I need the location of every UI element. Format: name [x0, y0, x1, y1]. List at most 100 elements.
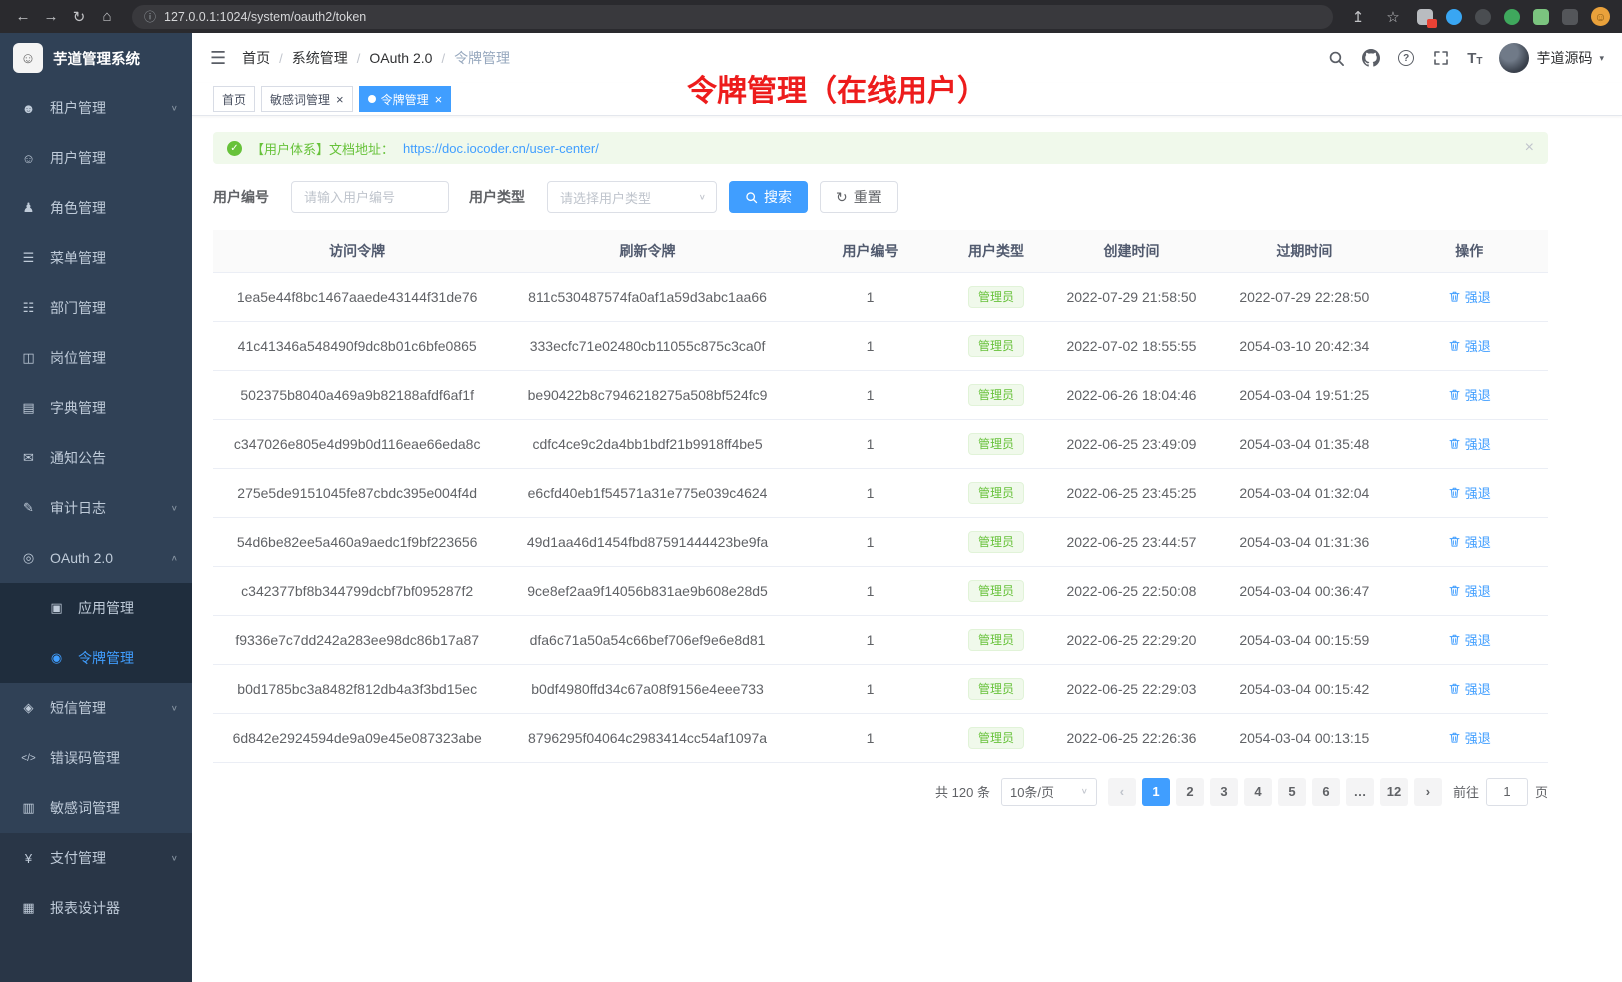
force-logout-button[interactable]: 强退 [1448, 532, 1491, 551]
sidebar-item-report-designer[interactable]: ▦ 报表设计器 [0, 883, 192, 933]
sidebar-item-oauth[interactable]: ◎ OAuth 2.0 ∧ [0, 533, 192, 583]
github-icon[interactable] [1362, 49, 1380, 67]
more-pages-button[interactable]: … [1346, 778, 1374, 806]
force-logout-button[interactable]: 强退 [1448, 287, 1491, 306]
token-signal-icon: ◉ [48, 650, 65, 666]
alert-close-icon[interactable]: × [1525, 139, 1534, 157]
breadcrumb-oauth[interactable]: OAuth 2.0 [369, 50, 432, 66]
sidebar-item-label: 租户管理 [50, 98, 106, 118]
extension-icon-green[interactable] [1504, 9, 1520, 25]
sidebar-item-menu[interactable]: ☰ 菜单管理 [0, 233, 192, 283]
sidebar-item-oauth-token[interactable]: ◉ 令牌管理 [0, 633, 192, 683]
expire-time-cell: 2054-03-04 00:15:59 [1218, 615, 1390, 664]
prev-page-button[interactable]: ‹ [1108, 778, 1136, 806]
table-row: 502375b8040a469a9b82188afdf6af1f be90422… [213, 370, 1548, 419]
browser-toolbar: ← → ↻ ⌂ ⓘ 127.0.0.1:1024/system/oauth2/t… [0, 0, 1622, 33]
action-cell: 强退 [1390, 664, 1548, 713]
user-menu[interactable]: 芋道源码 ▾ [1499, 43, 1604, 73]
user-avatar [1499, 43, 1529, 73]
sidebar-item-sms[interactable]: ◈ 短信管理 ∨ [0, 683, 192, 733]
next-page-button[interactable]: › [1414, 778, 1442, 806]
sidebar-item-user[interactable]: ☺ 用户管理 [0, 133, 192, 183]
sidebar-item-oauth-app[interactable]: ▣ 应用管理 [0, 583, 192, 633]
extension-icon-badged[interactable] [1417, 9, 1433, 25]
close-icon[interactable]: × [336, 93, 344, 106]
breadcrumb-home[interactable]: 首页 [242, 48, 270, 68]
table-header-row: 访问令牌 刷新令牌 用户编号 用户类型 创建时间 过期时间 操作 [213, 230, 1548, 272]
font-size-icon[interactable]: TT [1467, 50, 1482, 67]
tab-home[interactable]: 首页 [213, 86, 255, 112]
side-panel-icon[interactable] [1562, 9, 1578, 25]
reset-button[interactable]: ↻ 重置 [820, 181, 898, 213]
access-token-cell: b0d1785bc3a8482f812db4a3f3bd15ec [213, 664, 501, 713]
sidebar-item-dict[interactable]: ▤ 字典管理 [0, 383, 192, 433]
chevron-down-icon: ∨ [171, 104, 178, 113]
sidebar-item-post[interactable]: ◫ 岗位管理 [0, 333, 192, 383]
sidebar-item-error-code[interactable]: </> 错误码管理 [0, 733, 192, 783]
address-bar[interactable]: ⓘ 127.0.0.1:1024/system/oauth2/token [132, 5, 1333, 29]
browser-forward-button[interactable]: → [40, 6, 62, 28]
expire-time-cell: 2054-03-04 01:35:48 [1218, 419, 1390, 468]
sidebar-item-role[interactable]: ♟ 角色管理 [0, 183, 192, 233]
fullscreen-icon[interactable] [1432, 49, 1450, 67]
dept-tree-icon: ☷ [20, 300, 37, 316]
extension-icon-dark[interactable] [1475, 9, 1491, 25]
page-number-button[interactable]: 2 [1176, 778, 1204, 806]
force-logout-button[interactable]: 强退 [1448, 630, 1491, 649]
code-icon: </> [20, 753, 37, 764]
force-logout-button[interactable]: 强退 [1448, 336, 1491, 355]
page-number-button[interactable]: 4 [1244, 778, 1272, 806]
user-id-input[interactable] [291, 181, 449, 213]
sidebar-item-pay[interactable]: ¥ 支付管理 ∨ [0, 833, 192, 883]
user-type-cell: 管理员 [947, 321, 1044, 370]
page-number-button[interactable]: 3 [1210, 778, 1238, 806]
extension-icon-blue[interactable] [1446, 9, 1462, 25]
force-logout-button[interactable]: 强退 [1448, 434, 1491, 453]
app-logo-area[interactable]: ☺ 芋道管理系统 [0, 33, 192, 83]
expire-time-cell: 2054-03-04 00:36:47 [1218, 566, 1390, 615]
user-icon: ☺ [20, 151, 37, 166]
sidebar-item-audit-log[interactable]: ✎ 审计日志 ∨ [0, 483, 192, 533]
sidebar-item-tenant[interactable]: ☻ 租户管理 ∨ [0, 83, 192, 133]
page-number-button[interactable]: 6 [1312, 778, 1340, 806]
collapse-sidebar-icon[interactable]: ☰ [210, 48, 226, 69]
bookmark-star-icon[interactable]: ☆ [1382, 6, 1404, 28]
browser-back-button[interactable]: ← [12, 6, 34, 28]
sidebar-item-label: 部门管理 [50, 298, 106, 318]
page-number-button[interactable]: 5 [1278, 778, 1306, 806]
page-number-button[interactable]: 1 [1142, 778, 1170, 806]
user-type-tag: 管理员 [968, 482, 1024, 504]
help-icon[interactable]: ? [1397, 49, 1415, 67]
browser-profile-avatar[interactable]: ☺ [1591, 7, 1610, 26]
browser-home-button[interactable]: ⌂ [96, 6, 118, 28]
share-icon[interactable]: ↥ [1347, 6, 1369, 28]
doc-link[interactable]: https://doc.iocoder.cn/user-center/ [403, 141, 599, 156]
header-actions: ? TT 芋道源码 ▾ [1327, 43, 1604, 73]
sidebar-item-notice[interactable]: ✉ 通知公告 [0, 433, 192, 483]
extensions-puzzle-icon[interactable] [1533, 9, 1549, 25]
tab-token[interactable]: 令牌管理 × [359, 86, 452, 112]
page-size-value: 10条/页 [1010, 782, 1054, 801]
force-logout-button[interactable]: 强退 [1448, 483, 1491, 502]
sidebar-item-sensitive-word[interactable]: ▥ 敏感词管理 [0, 783, 192, 833]
user-type-select[interactable]: 请选择用户类型 ∨ [547, 181, 717, 213]
force-logout-button[interactable]: 强退 [1448, 679, 1491, 698]
force-logout-button[interactable]: 强退 [1448, 385, 1491, 404]
user-type-cell: 管理员 [947, 517, 1044, 566]
sidebar-item-label: 令牌管理 [78, 648, 134, 668]
close-icon[interactable]: × [435, 93, 443, 106]
force-logout-button[interactable]: 强退 [1448, 581, 1491, 600]
page-size-select[interactable]: 10条/页 ∨ [1001, 778, 1097, 806]
breadcrumb-system[interactable]: 系统管理 [292, 48, 348, 68]
page-number-button[interactable]: 12 [1380, 778, 1408, 806]
force-logout-button[interactable]: 强退 [1448, 728, 1491, 747]
breadcrumb-separator: / [357, 51, 361, 66]
user-type-tag: 管理员 [968, 678, 1024, 700]
search-icon[interactable] [1327, 49, 1345, 67]
site-info-icon[interactable]: ⓘ [144, 8, 156, 25]
goto-page-input[interactable] [1486, 778, 1528, 806]
browser-reload-button[interactable]: ↻ [68, 6, 90, 28]
sidebar-item-dept[interactable]: ☷ 部门管理 [0, 283, 192, 333]
search-button[interactable]: 搜索 [729, 181, 808, 213]
tab-sensitive-word[interactable]: 敏感词管理 × [261, 86, 353, 112]
